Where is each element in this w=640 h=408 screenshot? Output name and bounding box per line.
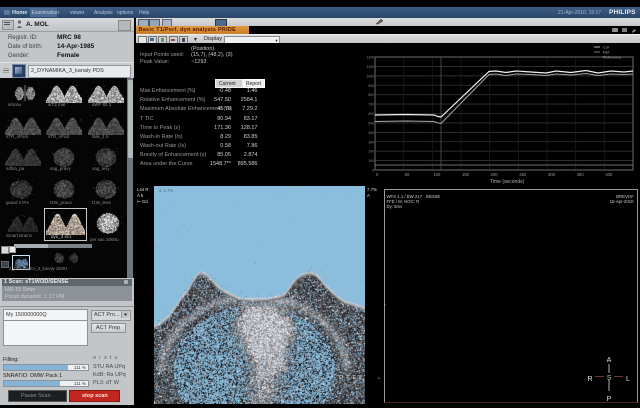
svg-text:A: A xyxy=(606,357,611,364)
svg-text:Time (seconds): Time (seconds) xyxy=(490,179,525,185)
svg-text:R: R xyxy=(587,376,592,383)
svg-text:100: 100 xyxy=(368,159,374,163)
svg-text:150: 150 xyxy=(462,172,470,177)
svg-text:S: S xyxy=(606,375,611,382)
svg-text:L: L xyxy=(626,376,630,383)
svg-text:400: 400 xyxy=(605,172,613,177)
svg-text:300: 300 xyxy=(548,172,556,177)
svg-text:1000: 1000 xyxy=(366,74,374,78)
svg-text:400: 400 xyxy=(368,131,374,135)
svg-text:50: 50 xyxy=(405,172,410,177)
svg-text:1100: 1100 xyxy=(367,65,374,69)
svg-text:0: 0 xyxy=(372,169,374,173)
svg-text:0: 0 xyxy=(376,172,379,177)
svg-text:250: 250 xyxy=(519,172,527,177)
svg-text:700: 700 xyxy=(368,103,374,107)
svg-text:900: 900 xyxy=(368,84,374,88)
svg-text:800: 800 xyxy=(368,93,374,97)
svg-text:600: 600 xyxy=(368,112,374,116)
svg-text:100: 100 xyxy=(433,172,441,177)
svg-text:200: 200 xyxy=(491,172,499,177)
svg-text:200: 200 xyxy=(368,150,374,154)
svg-text:Reference: Reference xyxy=(603,55,622,60)
svg-text:1200: 1200 xyxy=(366,56,374,60)
svg-text:500: 500 xyxy=(368,121,374,125)
svg-text:P: P xyxy=(606,396,611,403)
svg-text:300: 300 xyxy=(368,140,374,144)
svg-text:350: 350 xyxy=(577,172,585,177)
